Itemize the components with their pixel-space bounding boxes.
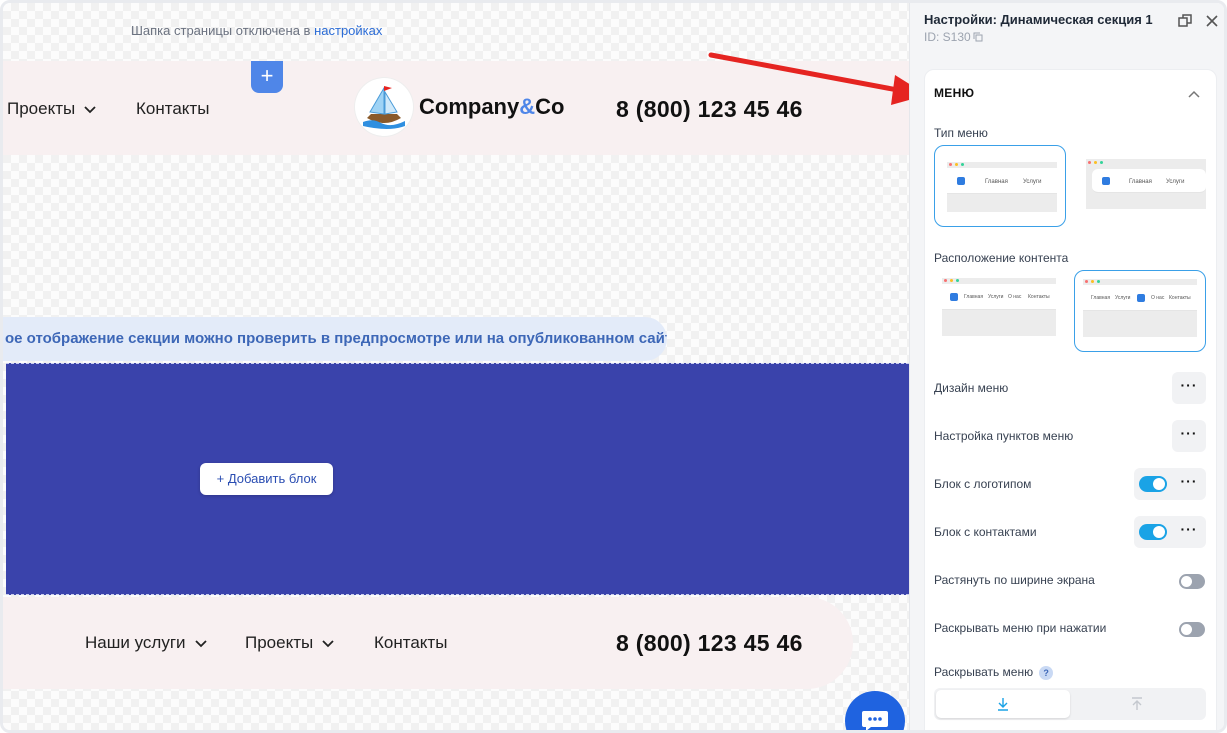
expand-up-option[interactable]: [1070, 690, 1204, 718]
nav-label: Контакты: [374, 633, 448, 652]
stretch-width-label: Растянуть по ширине экрана: [934, 573, 1095, 587]
section-id-text: ID: S130: [924, 30, 971, 44]
detach-window-icon[interactable]: [1177, 13, 1193, 29]
chat-bubble-icon: [862, 711, 888, 730]
notice-text: Шапка страницы отключена в: [131, 23, 311, 38]
panel-title: Настройки: Динамическая секция 1: [924, 12, 1153, 27]
close-icon[interactable]: [1204, 13, 1220, 29]
design-menu-more-button[interactable]: ···: [1172, 372, 1206, 404]
thumb-item: Главная: [985, 179, 1008, 185]
chevron-down-icon: [84, 106, 96, 114]
add-block-button[interactable]: + Добавить блок: [200, 463, 333, 495]
copy-icon[interactable]: [973, 32, 983, 42]
layout-option-left[interactable]: Главная Услуги О нас Контакты: [934, 270, 1066, 352]
logo-block-toggle[interactable]: [1139, 476, 1167, 492]
preview-info-banner: ое отображение секции можно проверить в …: [3, 317, 667, 361]
help-icon[interactable]: ?: [1039, 665, 1054, 680]
header-disabled-notice: Шапка страницы отключена в настройках: [131, 23, 382, 38]
menu-type-option-2[interactable]: Главная Услуги: [1074, 145, 1206, 227]
expand-menu-row: Раскрывать меню?: [934, 665, 1054, 680]
nav-label: Проекты: [7, 99, 76, 118]
expand-on-click-toggle[interactable]: [1179, 622, 1205, 637]
thumb-item: Услуги: [1166, 179, 1185, 185]
thumb-item: Услуги: [988, 294, 1004, 300]
ship-logo-icon: [355, 78, 413, 136]
settings-panel: Настройки: Динамическая секция 1 ID: S13…: [909, 3, 1224, 730]
chat-button[interactable]: [845, 691, 905, 730]
nav-item-contacts[interactable]: Контакты: [136, 99, 209, 119]
thumb-item: О нас: [1151, 295, 1165, 301]
thumb-item: О нас: [1008, 294, 1022, 300]
menu-items-more-button[interactable]: ···: [1172, 420, 1206, 452]
chevron-up-icon[interactable]: [1187, 88, 1201, 102]
logo-suffix: Co: [535, 94, 565, 119]
thumb-item: Главная: [1129, 179, 1152, 185]
layout-option-center[interactable]: Главная Услуги О нас Контакты: [1074, 270, 1206, 352]
nav-item-projects[interactable]: Проекты: [245, 633, 335, 653]
dynamic-section[interactable]: [6, 363, 909, 595]
chevron-down-icon: [194, 640, 207, 648]
menu-type-label: Тип меню: [934, 126, 988, 140]
nav-item-services[interactable]: Наши услуги: [85, 633, 208, 653]
expand-menu-label: Раскрывать меню: [934, 665, 1034, 679]
company-logo[interactable]: Company&Co: [355, 78, 564, 136]
arrow-down-icon: [998, 698, 1008, 711]
app-frame: Шапка страницы отключена в настройках + …: [0, 0, 1227, 733]
content-layout-label: Расположение контента: [934, 251, 1069, 265]
add-section-button[interactable]: +: [251, 61, 283, 93]
expand-down-option[interactable]: [936, 690, 1070, 718]
annotation-arrow-icon: [708, 52, 927, 105]
stretch-width-toggle[interactable]: [1179, 574, 1205, 589]
nav-item-projects[interactable]: Проекты: [7, 99, 97, 119]
nav-item-contacts[interactable]: Контакты: [374, 633, 447, 653]
logo-amp: &: [519, 94, 536, 119]
thumb-item: Главная: [964, 294, 984, 300]
thumb-item: Главная: [1091, 295, 1111, 301]
thumb-item: Контакты: [1028, 294, 1050, 300]
logo-wordmark: Company&Co: [419, 94, 564, 120]
logo-name: Company: [419, 94, 520, 119]
thumb-item: Услуги: [1115, 295, 1131, 301]
thumb-item: Контакты: [1169, 295, 1191, 301]
expand-direction-switch: [934, 688, 1206, 720]
menu-type-option-1[interactable]: Главная Услуги: [934, 145, 1066, 227]
menu-preview-phone[interactable]: 8 (800) 123 45 46: [616, 630, 803, 657]
menu-settings-card: МЕНЮ Тип меню Главная Услуги Главная Усл…: [924, 69, 1217, 730]
contacts-block-toggle[interactable]: [1139, 524, 1167, 540]
thumb-item: Услуги: [1023, 179, 1042, 185]
arrow-up-icon: [1132, 697, 1142, 710]
contacts-block-label: Блок с контактами: [934, 525, 1037, 539]
section-id[interactable]: ID: S130: [924, 30, 983, 44]
nav-label: Контакты: [136, 99, 210, 118]
section-title: МЕНЮ: [934, 86, 975, 100]
design-menu-label: Дизайн меню: [934, 381, 1009, 395]
settings-link[interactable]: настройках: [314, 23, 382, 38]
contacts-block-more-button[interactable]: ···: [1172, 516, 1206, 548]
chevron-down-icon: [322, 640, 334, 648]
expand-on-click-label: Раскрывать меню при нажатии: [934, 621, 1107, 635]
logo-block-label: Блок с логотипом: [934, 477, 1032, 491]
nav-label: Проекты: [245, 633, 314, 652]
nav-label: Наши услуги: [85, 633, 186, 652]
menu-items-setup-label: Настройка пунктов меню: [934, 429, 1074, 443]
logo-block-more-button[interactable]: ···: [1172, 468, 1206, 500]
